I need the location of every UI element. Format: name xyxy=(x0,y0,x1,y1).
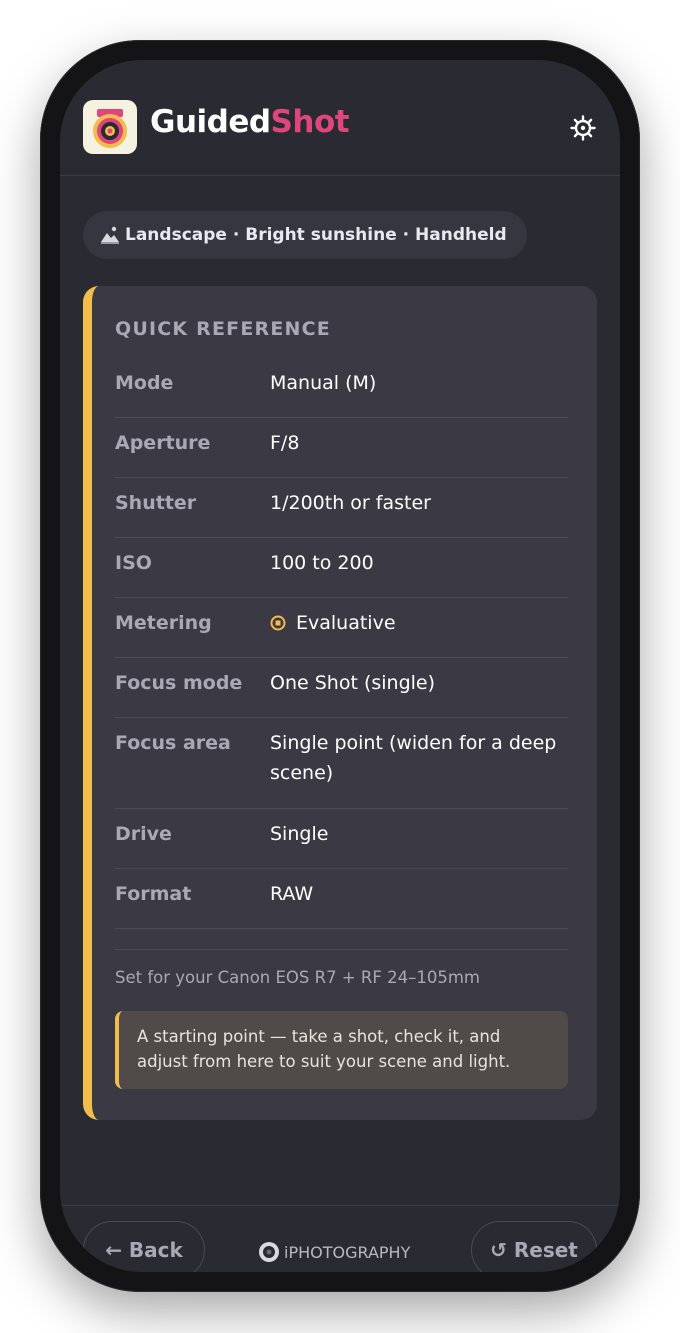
setting-label: Focus area xyxy=(115,732,231,754)
footer-bar: ← Back iPHOTOGRAPHY ↺ Reset xyxy=(60,1205,620,1272)
quick-reference-card: QUICK REFERENCE Mode Manual (M) Aperture… xyxy=(83,286,597,1120)
setting-row-focus-area: Focus area Single point (widen for a dee… xyxy=(115,718,568,809)
setting-value: Evaluative xyxy=(296,612,396,634)
setting-label: Focus mode xyxy=(115,672,243,694)
setting-row-mode: Mode Manual (M) xyxy=(115,358,568,418)
app-title-accent: Shot xyxy=(270,104,350,140)
app-title-main: Guided xyxy=(150,104,271,140)
phone-frame: GuidedShot Landscape · Bright sunshine ·… xyxy=(40,40,640,1292)
settings-list: Mode Manual (M) Aperture F/8 Shutter 1/2… xyxy=(115,358,568,950)
reset-button[interactable]: ↺ Reset xyxy=(471,1221,597,1272)
setting-value: One Shot (single) xyxy=(270,672,436,694)
setting-label: Aperture xyxy=(115,432,211,454)
scene-context-pill[interactable]: Landscape · Bright sunshine · Handheld xyxy=(83,211,527,259)
brand-name: iPHOTOGRAPHY xyxy=(284,1242,411,1262)
setting-row-aperture: Aperture F/8 xyxy=(115,418,568,478)
landscape-icon xyxy=(101,226,119,244)
camera-note: Set for your Canon EOS R7 + RF 24–105mm xyxy=(115,968,480,987)
setting-label: Shutter xyxy=(115,492,197,514)
card-title: QUICK REFERENCE xyxy=(115,318,331,340)
setting-value-metering: Evaluative xyxy=(270,608,560,638)
app-screen: GuidedShot Landscape · Bright sunshine ·… xyxy=(60,60,620,1272)
setting-label: Drive xyxy=(115,823,172,845)
setting-row-iso: ISO 100 to 200 xyxy=(115,538,568,598)
setting-value: F/8 xyxy=(270,432,300,454)
setting-label: Metering xyxy=(115,612,212,634)
setting-value: Manual (M) xyxy=(270,372,377,394)
setting-label: Format xyxy=(115,883,192,905)
setting-value: Single point (widen for a deep scene) xyxy=(270,732,557,784)
app-header: GuidedShot xyxy=(60,60,620,176)
setting-value: RAW xyxy=(270,883,314,905)
setting-value: 1/200th or faster xyxy=(270,492,431,514)
setting-row-drive: Drive Single xyxy=(115,809,568,869)
setting-value: Single xyxy=(270,823,329,845)
tip-callout: A starting point — take a shot, check it… xyxy=(115,1011,568,1089)
setting-row-metering: Metering Evaluative xyxy=(115,598,568,658)
divider xyxy=(115,929,568,950)
setting-value: 100 to 200 xyxy=(270,552,374,574)
camera-lens-icon xyxy=(259,1242,279,1262)
evaluative-metering-icon xyxy=(270,615,286,631)
setting-row-format: Format RAW xyxy=(115,869,568,929)
setting-row-focus-mode: Focus mode One Shot (single) xyxy=(115,658,568,718)
setting-label: Mode xyxy=(115,372,174,394)
brand-logo: iPHOTOGRAPHY xyxy=(258,1241,410,1263)
setting-label: ISO xyxy=(115,552,152,574)
app-title: GuidedShot xyxy=(150,104,350,140)
back-button[interactable]: ← Back xyxy=(83,1221,205,1272)
target-camera-icon[interactable] xyxy=(83,100,137,154)
scene-context-text: Landscape · Bright sunshine · Handheld xyxy=(125,225,507,245)
setting-row-shutter: Shutter 1/200th or faster xyxy=(115,478,568,538)
gear-icon[interactable] xyxy=(569,114,597,142)
